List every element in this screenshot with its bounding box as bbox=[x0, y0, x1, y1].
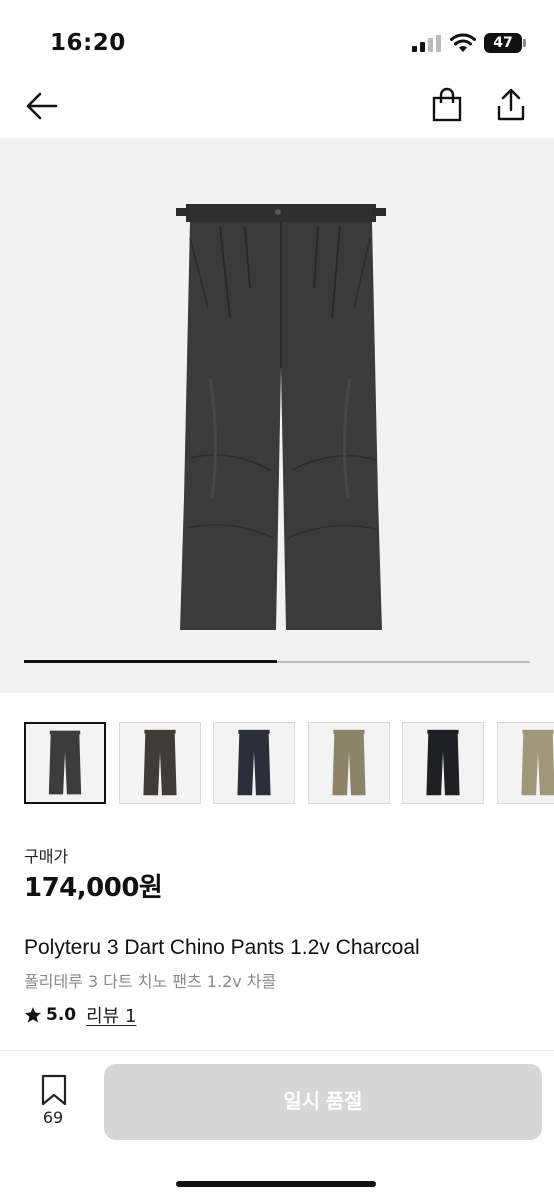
pants-thumbnail-image bbox=[237, 729, 271, 796]
thumbnail-strip[interactable] bbox=[0, 722, 554, 806]
price: 174,000원 bbox=[24, 873, 163, 903]
battery-indicator: 47 bbox=[484, 33, 522, 53]
arrow-left-icon[interactable] bbox=[22, 86, 62, 126]
carousel-progress-fill bbox=[24, 660, 277, 663]
share-icon[interactable] bbox=[492, 86, 530, 126]
wish-button[interactable]: 69 bbox=[24, 1074, 82, 1134]
battery-tip bbox=[523, 39, 526, 47]
wifi-icon bbox=[450, 33, 476, 52]
pants-thumbnail-image bbox=[426, 729, 460, 796]
pants-thumbnail-image bbox=[48, 730, 82, 795]
divider bbox=[0, 1050, 554, 1051]
pants-thumbnail-image bbox=[521, 729, 554, 796]
carousel-progress bbox=[24, 660, 530, 663]
wish-count: 69 bbox=[42, 1108, 64, 1127]
star-icon bbox=[24, 1007, 42, 1023]
cellular-signal-icon bbox=[412, 35, 441, 52]
product-title: Polyteru 3 Dart Chino Pants 1.2v Charcoa… bbox=[24, 936, 420, 959]
home-indicator bbox=[176, 1181, 376, 1187]
product-image bbox=[176, 204, 386, 630]
bookmark-icon bbox=[41, 1074, 67, 1106]
thumbnail-khaki[interactable] bbox=[307, 722, 390, 804]
price-label: 구매가 bbox=[24, 847, 69, 866]
sold-out-button[interactable]: 일시 품절 bbox=[104, 1064, 542, 1140]
product-image-carousel[interactable] bbox=[0, 138, 554, 693]
thumbnail-black[interactable] bbox=[402, 722, 485, 804]
status-time: 16:20 bbox=[50, 30, 126, 56]
thumbnail-charcoal[interactable] bbox=[24, 722, 106, 804]
status-bar: 16:20 47 bbox=[0, 0, 554, 84]
thumbnail-dark-olive[interactable] bbox=[118, 722, 201, 804]
review-link[interactable]: 리뷰 1 bbox=[86, 1002, 136, 1028]
rating-value: 5.0 bbox=[46, 1005, 77, 1025]
pants-thumbnail-image bbox=[332, 729, 366, 796]
product-subtitle: 폴리테루 3 다트 치노 팬츠 1.2v 차콜 bbox=[24, 972, 277, 991]
pants-thumbnail-image bbox=[143, 729, 177, 796]
rating-row: 5.0 리뷰 1 bbox=[24, 1003, 136, 1027]
thumbnail-navy[interactable] bbox=[213, 722, 296, 804]
thumbnail-beige[interactable] bbox=[497, 722, 554, 804]
shopping-bag-icon[interactable] bbox=[428, 86, 466, 126]
